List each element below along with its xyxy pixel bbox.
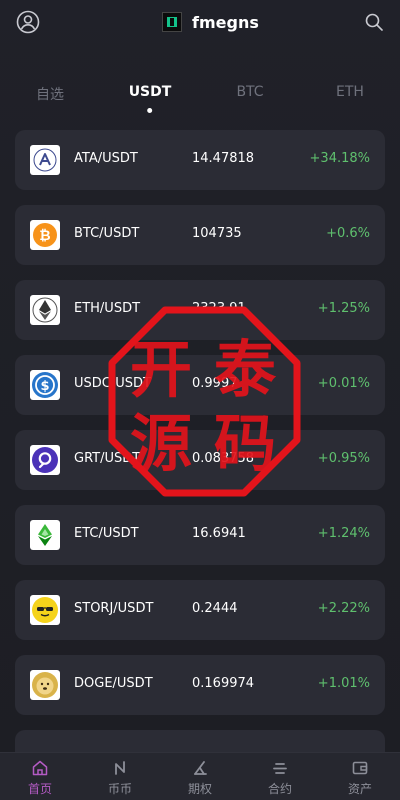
- home-icon: [32, 760, 48, 776]
- pair-name: GRT/USDT: [74, 451, 141, 466]
- price-change: +0.01%: [317, 376, 370, 391]
- contract-icon: [273, 763, 287, 774]
- last-price: 14.47818: [192, 151, 255, 166]
- brand: fmegns: [162, 12, 259, 32]
- nav-label: 期权: [187, 782, 212, 796]
- price-change: +0.95%: [317, 451, 370, 466]
- last-price: 0.2444: [192, 601, 238, 616]
- pair-name: ATA/USDT: [74, 151, 138, 166]
- nav-contract[interactable]: 合约: [250, 759, 310, 797]
- tab-usdt[interactable]: USDT: [128, 84, 172, 113]
- nav-assets[interactable]: 资产: [330, 759, 390, 797]
- active-tab-indicator: [147, 108, 153, 113]
- market-row-grt[interactable]: GRT/USDT 0.083758 +0.95%: [15, 430, 385, 490]
- pair-name: DOGE/USDT: [74, 676, 153, 691]
- nav-label: 币币: [107, 782, 132, 796]
- nav-label: 资产: [347, 782, 372, 796]
- last-price: 104735: [192, 226, 242, 241]
- nav-label: 合约: [267, 782, 292, 796]
- pair-name: ETC/USDT: [74, 526, 139, 541]
- svg-text:$: $: [40, 379, 49, 394]
- nav-options[interactable]: 期权: [170, 759, 230, 797]
- price-change: +1.24%: [317, 526, 370, 541]
- tab-favorites[interactable]: 自选: [36, 84, 64, 104]
- app-name: fmegns: [192, 12, 259, 32]
- grt-coin-icon: [30, 445, 60, 475]
- price-change: +1.25%: [317, 301, 370, 316]
- user-avatar-icon[interactable]: [16, 10, 40, 34]
- last-price: 0.9997: [192, 376, 238, 391]
- last-price: 2323.91: [192, 301, 246, 316]
- etc-coin-icon: [30, 520, 60, 550]
- last-price: 0.169974: [192, 676, 255, 691]
- market-row-etc[interactable]: ETC/USDT 16.6941 +1.24%: [15, 505, 385, 565]
- market-tabs: 自选 USDT BTC ETH: [0, 84, 400, 114]
- pair-name: BTC/USDT: [74, 226, 140, 241]
- market-row-ata[interactable]: ATA/USDT 14.47818 +34.18%: [15, 130, 385, 190]
- pair-name: ETH/USDT: [74, 301, 141, 316]
- price-change: +34.18%: [309, 151, 370, 166]
- market-row-btc[interactable]: ₿ BTC/USDT 104735 +0.6%: [15, 205, 385, 265]
- eth-coin-icon: [30, 295, 60, 325]
- svg-text:₿: ₿: [39, 228, 50, 244]
- app-logo-icon: [162, 12, 182, 32]
- tab-btc[interactable]: BTC: [236, 84, 263, 100]
- last-price: 0.083758: [192, 451, 255, 466]
- ata-coin-icon: [30, 145, 60, 175]
- tab-eth[interactable]: ETH: [336, 84, 364, 100]
- wallet-icon: [352, 761, 368, 775]
- btc-coin-icon: ₿: [30, 220, 60, 250]
- search-icon[interactable]: [364, 12, 384, 32]
- last-price: 16.6941: [192, 526, 246, 541]
- price-change: +1.01%: [317, 676, 370, 691]
- nav-home[interactable]: 首页: [10, 759, 70, 797]
- market-list: ATA/USDT 14.47818 +34.18% ₿ BTC/USDT 104…: [15, 130, 385, 775]
- options-icon: [194, 761, 207, 775]
- market-row-usdc[interactable]: $ USDC/USDT 0.9997 +0.01%: [15, 355, 385, 415]
- doge-coin-icon: [30, 670, 60, 700]
- coin-trade-icon: [115, 761, 125, 775]
- nav-spot[interactable]: 币币: [90, 759, 150, 797]
- pair-name: USDC/USDT: [74, 376, 151, 391]
- usdc-coin-icon: $: [30, 370, 60, 400]
- price-change: +2.22%: [317, 601, 370, 616]
- tab-usdt-label: USDT: [128, 84, 172, 100]
- price-change: +0.6%: [326, 226, 370, 241]
- market-row-eth[interactable]: ETH/USDT 2323.91 +1.25%: [15, 280, 385, 340]
- nav-label: 首页: [27, 782, 52, 796]
- market-row-storj[interactable]: STORJ/USDT 0.2444 +2.22%: [15, 580, 385, 640]
- top-bar: fmegns: [0, 0, 400, 46]
- storj-coin-icon: [30, 595, 60, 625]
- pair-name: STORJ/USDT: [74, 601, 154, 616]
- bottom-nav: 首页 币币 期权 合约 资产: [0, 752, 400, 800]
- market-row-doge[interactable]: DOGE/USDT 0.169974 +1.01%: [15, 655, 385, 715]
